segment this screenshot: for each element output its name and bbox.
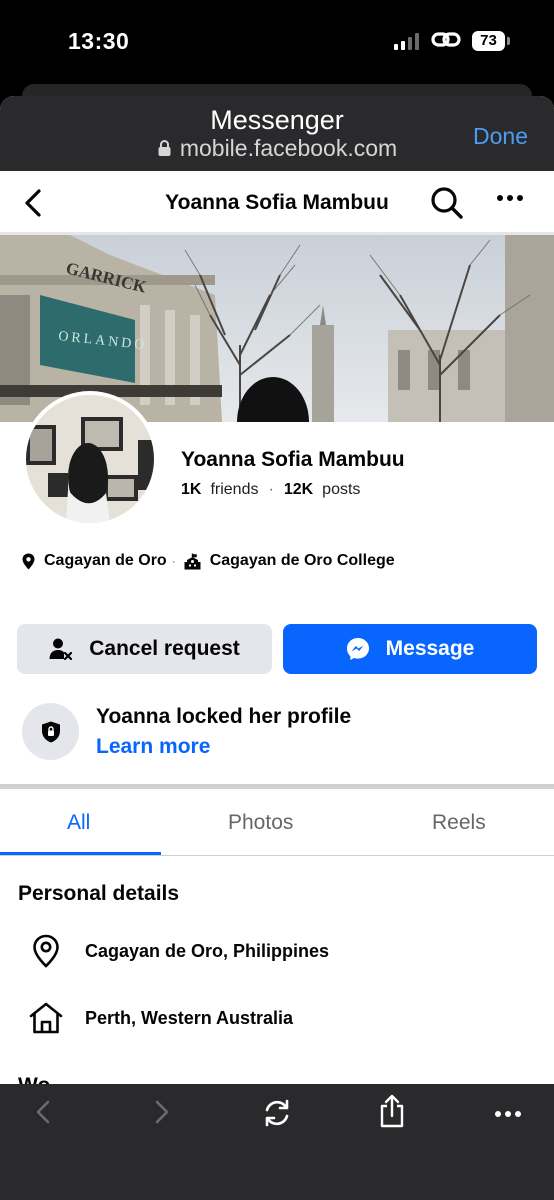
lock-icon [157,136,172,163]
chevron-left-icon [36,1100,50,1124]
reload-icon [265,1099,289,1127]
personal-details-title: Personal details [18,882,180,905]
nav-title: Yoanna Sofia Mambuu [165,191,389,214]
browser-back-button[interactable] [33,1098,55,1131]
browser-title: Messenger [210,105,344,135]
tab-photos[interactable]: Photos [228,811,293,835]
browser-toolbar [0,1084,554,1200]
learn-more-link[interactable]: Learn more [96,735,210,759]
more-options-button[interactable] [496,191,524,209]
search-icon [431,187,463,219]
browser-more-button[interactable] [494,1106,522,1124]
detail-current-city-text: Cagayan de Oro, Philippines [85,940,330,961]
url-bar[interactable]: mobile.facebook.com [0,135,554,163]
profile-stats: 1K friends · 12K posts [181,481,360,499]
detail-current-city: Cagayan de Oro, Philippines [28,934,329,968]
url-text: mobile.facebook.com [179,135,398,161]
message-button[interactable]: Message [283,624,537,674]
profile-name: Yoanna Sofia Mambuu [181,448,405,471]
tab-reels[interactable]: Reels [432,811,486,835]
detail-hometown: Perth, Western Australia [28,1002,293,1034]
chevron-right-icon [155,1100,169,1124]
browser-header: Messenger mobile.facebook.com Done [0,96,554,171]
meta-separator: · [171,554,176,568]
meta-location: Cagayan de Oro [44,552,167,569]
more-dots-icon [497,195,523,201]
shield-lock-icon [22,703,79,760]
cancel-request-button[interactable]: Cancel request [17,624,272,674]
profile-tabs: All Photos Reels [0,789,554,856]
browser-sheet: Messenger mobile.facebook.com Done Yoann… [0,96,554,1200]
tab-all[interactable]: All [67,811,90,835]
share-icon [380,1094,404,1128]
link-icon [431,29,461,56]
locked-profile-notice: Yoanna locked her profile Learn more [22,703,542,763]
stats-separator: · [268,481,274,498]
school-icon [184,553,201,570]
share-button[interactable] [378,1094,406,1133]
more-dots-icon [495,1111,521,1117]
home-icon [28,1002,64,1034]
battery-icon: 73 [472,31,510,51]
meta-school: Cagayan de Oro College [209,552,395,569]
message-label: Message [385,637,475,660]
location-pin-icon [28,934,64,968]
messenger-icon [346,637,370,661]
friends-label[interactable]: friends [210,481,258,499]
profile-meta: Cagayan de Oro · Cagayan de Oro College [22,552,395,570]
profile-avatar[interactable] [22,391,158,527]
profile-nav-bar: Yoanna Sofia Mambuu [0,171,554,235]
location-pin-icon [22,553,35,570]
cellular-signal-icon [394,33,419,50]
detail-hometown-text: Perth, Western Australia [85,1007,294,1028]
browser-forward-button[interactable] [150,1098,172,1131]
search-button[interactable] [430,186,464,225]
cancel-request-label: Cancel request [89,637,240,660]
done-button[interactable]: Done [473,123,528,150]
locked-profile-title: Yoanna locked her profile [96,705,352,728]
active-tab-indicator [0,852,161,855]
posts-count: 12K [283,481,314,498]
cancel-friend-icon [49,638,73,660]
status-time: 13:30 [68,28,130,54]
reload-button[interactable] [262,1098,292,1133]
status-bar: 13:30 73 [0,0,554,84]
friends-count[interactable]: 1K [181,481,201,499]
posts-label: posts [322,481,361,498]
